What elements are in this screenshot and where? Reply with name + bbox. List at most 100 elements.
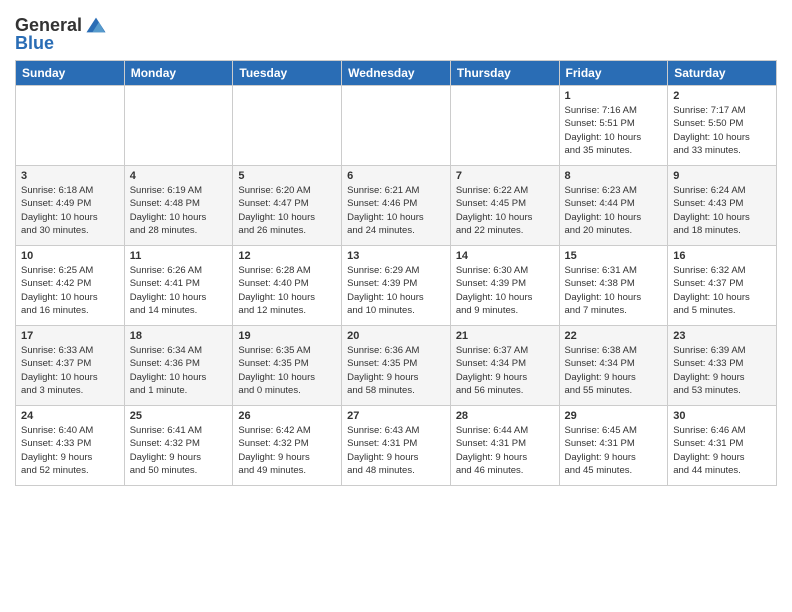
calendar-cell: 30 Sunrise: 6:46 AM Sunset: 4:31 PM Dayli… — [668, 406, 777, 486]
day-info: Sunrise: 6:36 AM Sunset: 4:35 PM Dayligh… — [347, 344, 445, 397]
day-number: 23 — [673, 330, 771, 342]
day-info: Sunrise: 6:32 AM Sunset: 4:37 PM Dayligh… — [673, 264, 771, 317]
calendar-cell: 21 Sunrise: 6:37 AM Sunset: 4:34 PM Dayli… — [450, 326, 559, 406]
calendar-cell: 29 Sunrise: 6:45 AM Sunset: 4:31 PM Dayli… — [559, 406, 668, 486]
calendar-cell: 25 Sunrise: 6:41 AM Sunset: 4:32 PM Dayli… — [124, 406, 233, 486]
day-number: 27 — [347, 410, 445, 422]
day-info: Sunrise: 6:22 AM Sunset: 4:45 PM Dayligh… — [456, 184, 554, 237]
day-info: Sunrise: 6:37 AM Sunset: 4:34 PM Dayligh… — [456, 344, 554, 397]
day-number: 8 — [565, 170, 663, 182]
day-number: 22 — [565, 330, 663, 342]
day-info: Sunrise: 6:31 AM Sunset: 4:38 PM Dayligh… — [565, 264, 663, 317]
weekday-header-sunday: Sunday — [16, 61, 125, 86]
calendar-cell: 1 Sunrise: 7:16 AM Sunset: 5:51 PM Daylig… — [559, 86, 668, 166]
calendar-cell: 14 Sunrise: 6:30 AM Sunset: 4:39 PM Dayli… — [450, 246, 559, 326]
day-info: Sunrise: 6:39 AM Sunset: 4:33 PM Dayligh… — [673, 344, 771, 397]
calendar-cell: 13Sunrise: 6:29 AM Sunset: 4:39 PM Dayli… — [342, 246, 451, 326]
day-info: Sunrise: 6:29 AM Sunset: 4:39 PM Dayligh… — [347, 264, 445, 317]
day-number: 1 — [565, 90, 663, 102]
weekday-header-thursday: Thursday — [450, 61, 559, 86]
day-number: 7 — [456, 170, 554, 182]
calendar-cell: 4Sunrise: 6:19 AM Sunset: 4:48 PM Daylig… — [124, 166, 233, 246]
logo-container: General Blue — [15, 14, 107, 54]
day-info: Sunrise: 6:43 AM Sunset: 4:31 PM Dayligh… — [347, 424, 445, 477]
day-info: Sunrise: 6:44 AM Sunset: 4:31 PM Dayligh… — [456, 424, 554, 477]
day-number: 28 — [456, 410, 554, 422]
calendar-cell: 19Sunrise: 6:35 AM Sunset: 4:35 PM Dayli… — [233, 326, 342, 406]
day-info: Sunrise: 7:17 AM Sunset: 5:50 PM Dayligh… — [673, 104, 771, 157]
calendar-cell: 23 Sunrise: 6:39 AM Sunset: 4:33 PM Dayli… — [668, 326, 777, 406]
day-info: Sunrise: 7:16 AM Sunset: 5:51 PM Dayligh… — [565, 104, 663, 157]
day-number: 5 — [238, 170, 336, 182]
calendar-cell: 8 Sunrise: 6:23 AM Sunset: 4:44 PM Daylig… — [559, 166, 668, 246]
day-number: 12 — [238, 250, 336, 262]
calendar-cell — [16, 86, 125, 166]
day-number: 15 — [565, 250, 663, 262]
calendar-cell — [124, 86, 233, 166]
calendar-cell: 3 Sunrise: 6:18 AM Sunset: 4:49 PM Daylig… — [16, 166, 125, 246]
calendar-cell — [233, 86, 342, 166]
weekday-header-wednesday: Wednesday — [342, 61, 451, 86]
calendar-cell: 28 Sunrise: 6:44 AM Sunset: 4:31 PM Dayli… — [450, 406, 559, 486]
day-number: 30 — [673, 410, 771, 422]
day-number: 2 — [673, 90, 771, 102]
calendar-cell: 24 Sunrise: 6:40 AM Sunset: 4:33 PM Dayli… — [16, 406, 125, 486]
day-info: Sunrise: 6:38 AM Sunset: 4:34 PM Dayligh… — [565, 344, 663, 397]
day-number: 11 — [130, 250, 228, 262]
calendar-cell — [342, 86, 451, 166]
day-number: 10 — [21, 250, 119, 262]
calendar-cell: 12 Sunrise: 6:28 AM Sunset: 4:40 PM Dayli… — [233, 246, 342, 326]
calendar-cell: 7 Sunrise: 6:22 AM Sunset: 4:45 PM Daylig… — [450, 166, 559, 246]
day-info: Sunrise: 6:19 AM Sunset: 4:48 PM Dayligh… — [130, 184, 228, 237]
day-info: Sunrise: 6:26 AM Sunset: 4:41 PM Dayligh… — [130, 264, 228, 317]
day-info: Sunrise: 6:45 AM Sunset: 4:31 PM Dayligh… — [565, 424, 663, 477]
day-number: 17 — [21, 330, 119, 342]
day-info: Sunrise: 6:20 AM Sunset: 4:47 PM Dayligh… — [238, 184, 336, 237]
weekday-header-monday: Monday — [124, 61, 233, 86]
calendar-cell: 5 Sunrise: 6:20 AM Sunset: 4:47 PM Daylig… — [233, 166, 342, 246]
day-info: Sunrise: 6:41 AM Sunset: 4:32 PM Dayligh… — [130, 424, 228, 477]
calendar: SundayMondayTuesdayWednesdayThursdayFrid… — [15, 60, 777, 486]
calendar-cell: 10 Sunrise: 6:25 AM Sunset: 4:42 PM Dayli… — [16, 246, 125, 326]
calendar-cell: 16 Sunrise: 6:32 AM Sunset: 4:37 PM Dayli… — [668, 246, 777, 326]
day-number: 29 — [565, 410, 663, 422]
calendar-cell: 17 Sunrise: 6:33 AM Sunset: 4:37 PM Dayli… — [16, 326, 125, 406]
logo: General Blue — [15, 14, 107, 54]
calendar-cell: 18 Sunrise: 6:34 AM Sunset: 4:36 PM Dayli… — [124, 326, 233, 406]
calendar-cell — [450, 86, 559, 166]
logo-blue: Blue — [15, 33, 54, 54]
calendar-cell: 2 Sunrise: 7:17 AM Sunset: 5:50 PM Daylig… — [668, 86, 777, 166]
day-info: Sunrise: 6:33 AM Sunset: 4:37 PM Dayligh… — [21, 344, 119, 397]
weekday-header-friday: Friday — [559, 61, 668, 86]
weekday-header-saturday: Saturday — [668, 61, 777, 86]
calendar-cell: 27 Sunrise: 6:43 AM Sunset: 4:31 PM Dayli… — [342, 406, 451, 486]
calendar-cell: 26Sunrise: 6:42 AM Sunset: 4:32 PM Dayli… — [233, 406, 342, 486]
day-number: 6 — [347, 170, 445, 182]
day-info: Sunrise: 6:40 AM Sunset: 4:33 PM Dayligh… — [21, 424, 119, 477]
calendar-cell: 11 Sunrise: 6:26 AM Sunset: 4:41 PM Dayli… — [124, 246, 233, 326]
day-info: Sunrise: 6:21 AM Sunset: 4:46 PM Dayligh… — [347, 184, 445, 237]
day-info: Sunrise: 6:23 AM Sunset: 4:44 PM Dayligh… — [565, 184, 663, 237]
calendar-cell: 22 Sunrise: 6:38 AM Sunset: 4:34 PM Dayli… — [559, 326, 668, 406]
header: General Blue — [15, 10, 777, 54]
day-number: 16 — [673, 250, 771, 262]
day-info: Sunrise: 6:28 AM Sunset: 4:40 PM Dayligh… — [238, 264, 336, 317]
calendar-cell: 20 Sunrise: 6:36 AM Sunset: 4:35 PM Dayli… — [342, 326, 451, 406]
day-number: 3 — [21, 170, 119, 182]
day-number: 24 — [21, 410, 119, 422]
day-number: 14 — [456, 250, 554, 262]
weekday-header-tuesday: Tuesday — [233, 61, 342, 86]
day-number: 18 — [130, 330, 228, 342]
day-info: Sunrise: 6:34 AM Sunset: 4:36 PM Dayligh… — [130, 344, 228, 397]
day-info: Sunrise: 6:46 AM Sunset: 4:31 PM Dayligh… — [673, 424, 771, 477]
calendar-cell: 15 Sunrise: 6:31 AM Sunset: 4:38 PM Dayli… — [559, 246, 668, 326]
day-info: Sunrise: 6:18 AM Sunset: 4:49 PM Dayligh… — [21, 184, 119, 237]
day-number: 25 — [130, 410, 228, 422]
day-info: Sunrise: 6:24 AM Sunset: 4:43 PM Dayligh… — [673, 184, 771, 237]
day-number: 20 — [347, 330, 445, 342]
logo-icon — [85, 14, 107, 36]
day-number: 26 — [238, 410, 336, 422]
day-number: 21 — [456, 330, 554, 342]
day-info: Sunrise: 6:25 AM Sunset: 4:42 PM Dayligh… — [21, 264, 119, 317]
day-info: Sunrise: 6:30 AM Sunset: 4:39 PM Dayligh… — [456, 264, 554, 317]
